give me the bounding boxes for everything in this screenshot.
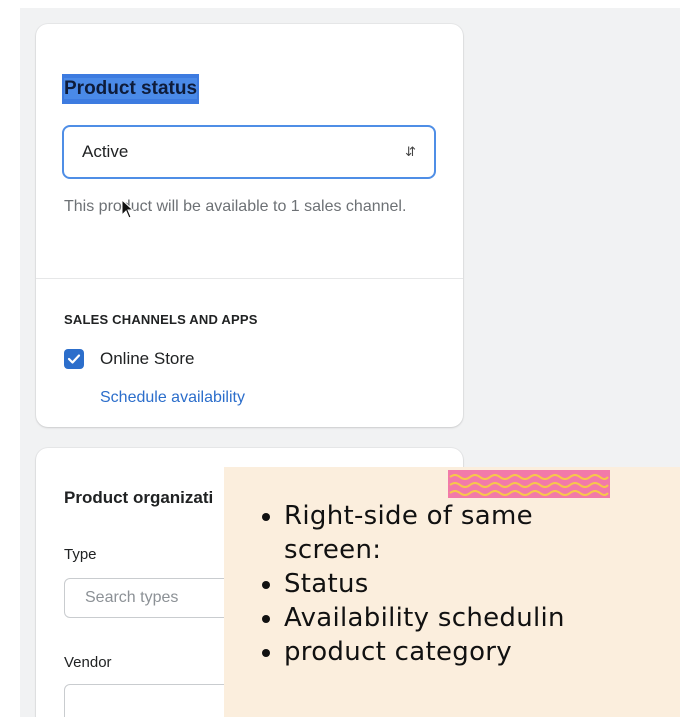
status-select[interactable]: Active ⇵ (62, 125, 436, 179)
status-select-value: Active (82, 142, 129, 161)
online-store-label[interactable]: Online Store (100, 349, 195, 369)
vendor-label: Vendor (64, 654, 112, 671)
note-bullet-list: Right-side of same screen: Status Availa… (254, 499, 565, 669)
note-bullet: Right-side of same (284, 499, 565, 533)
card-divider (36, 278, 463, 279)
online-store-checkbox[interactable] (64, 349, 84, 369)
product-status-card: Product status Active ⇵ This product wil… (36, 24, 463, 427)
checkmark-icon (67, 354, 81, 364)
mouse-cursor-icon (121, 199, 135, 219)
product-status-title: Product status (62, 74, 200, 104)
status-help-text: This product will be available to 1 sale… (64, 198, 407, 215)
note-bullet: product category (284, 635, 565, 669)
washi-tape-decoration (448, 470, 610, 498)
note-bullet: Status (284, 567, 565, 601)
type-label: Type (64, 546, 97, 563)
schedule-availability-link[interactable]: Schedule availability (100, 387, 245, 409)
note-bullet: screen: (284, 535, 382, 565)
product-status-title-text: Product status (64, 78, 198, 99)
sales-channels-heading: SALES CHANNELS AND APPS (64, 312, 258, 327)
product-organization-title: Product organizati (64, 488, 214, 507)
note-bullet: Availability schedulin (284, 601, 565, 635)
select-arrows-icon: ⇵ (405, 144, 416, 159)
annotation-note: Right-side of same screen: Status Availa… (224, 467, 680, 717)
